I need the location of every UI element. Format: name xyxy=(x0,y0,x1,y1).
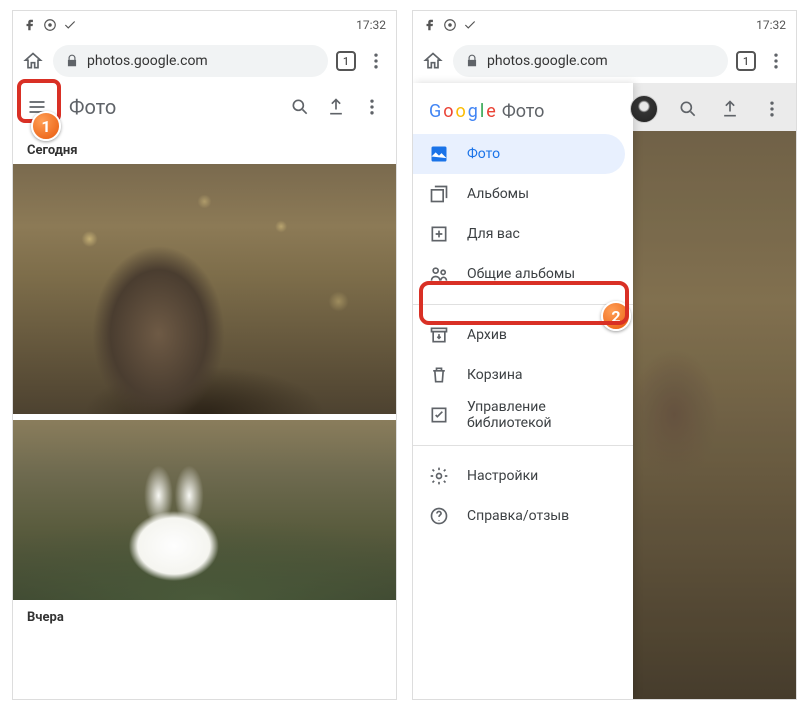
nav-archive[interactable]: Архив xyxy=(413,315,625,355)
nav-drawer: Google Фото Фото Альбомы Для вас Общие а… xyxy=(413,83,633,699)
browser-bar: photos.google.com 1 xyxy=(413,39,796,83)
home-icon[interactable] xyxy=(21,49,45,73)
library-manage-icon xyxy=(429,405,449,425)
url-text: photos.google.com xyxy=(487,53,608,69)
check-icon xyxy=(63,18,77,32)
google-photos-logo: Google Фото xyxy=(413,83,633,134)
status-time: 17:32 xyxy=(756,18,786,32)
app-menu-icon[interactable] xyxy=(760,97,784,121)
lock-icon xyxy=(465,54,479,68)
lock-icon xyxy=(65,54,79,68)
check-icon xyxy=(463,18,477,32)
browser-menu-icon[interactable] xyxy=(364,49,388,73)
home-icon[interactable] xyxy=(421,49,445,73)
albums-icon xyxy=(429,184,449,204)
help-icon xyxy=(429,506,449,526)
upload-icon[interactable] xyxy=(718,97,742,121)
chrome-icon xyxy=(43,18,57,32)
nav-help[interactable]: Справка/отзыв xyxy=(413,496,625,536)
photo-feed[interactable]: Сегодня Вчера xyxy=(13,131,396,635)
facebook-icon xyxy=(423,18,437,32)
nav-albums[interactable]: Альбомы xyxy=(413,174,625,214)
nav-library-manage[interactable]: Управление библиотекой xyxy=(413,395,625,435)
status-time: 17:32 xyxy=(356,18,386,32)
for-you-icon xyxy=(429,224,449,244)
app-menu-icon[interactable] xyxy=(360,95,384,119)
nav-photos[interactable]: Фото xyxy=(413,134,625,174)
tab-count[interactable]: 1 xyxy=(336,51,356,71)
nav-settings[interactable]: Настройки xyxy=(413,456,625,496)
facebook-icon xyxy=(23,18,37,32)
tab-count[interactable]: 1 xyxy=(736,51,756,71)
archive-icon xyxy=(429,325,449,345)
photo-thumbnail[interactable] xyxy=(13,164,396,414)
menu-icon[interactable] xyxy=(25,95,49,119)
status-bar: 17:32 xyxy=(413,11,796,39)
search-icon[interactable] xyxy=(288,95,312,119)
photo-icon xyxy=(429,144,449,164)
browser-menu-icon[interactable] xyxy=(764,49,788,73)
url-bar[interactable]: photos.google.com xyxy=(53,45,328,77)
photo-thumbnail[interactable] xyxy=(13,420,396,600)
avatar[interactable] xyxy=(630,95,658,123)
page-title: Фото xyxy=(69,95,276,119)
browser-bar: photos.google.com 1 xyxy=(13,39,396,83)
app-header: Фото xyxy=(13,83,396,131)
url-bar[interactable]: photos.google.com xyxy=(453,45,728,77)
search-icon[interactable] xyxy=(676,97,700,121)
upload-icon[interactable] xyxy=(324,95,348,119)
nav-shared[interactable]: Общие альбомы xyxy=(413,254,625,294)
shared-icon xyxy=(429,264,449,284)
nav-for-you[interactable]: Для вас xyxy=(413,214,625,254)
nav-trash[interactable]: Корзина xyxy=(413,355,625,395)
section-yesterday: Вчера xyxy=(13,600,396,635)
status-bar: 17:32 xyxy=(13,11,396,39)
trash-icon xyxy=(429,365,449,385)
chrome-icon xyxy=(443,18,457,32)
url-text: photos.google.com xyxy=(87,53,208,69)
gear-icon xyxy=(429,466,449,486)
section-today: Сегодня xyxy=(13,131,396,164)
